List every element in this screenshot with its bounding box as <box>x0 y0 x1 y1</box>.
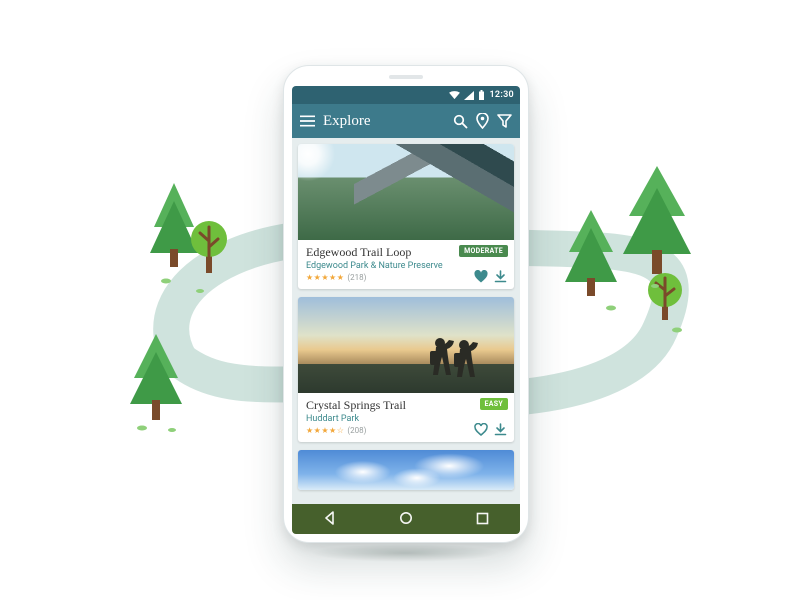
trail-image <box>298 297 514 393</box>
trail-title: Crystal Springs Trail <box>306 398 506 413</box>
trail-card[interactable]: Edgewood Trail Loop Edgewood Park & Natu… <box>298 144 514 289</box>
status-bar: 12:30 <box>292 86 520 104</box>
page-title: Explore <box>323 113 453 130</box>
trail-image <box>298 450 514 490</box>
download-icon[interactable] <box>493 269 508 284</box>
menu-icon[interactable] <box>300 114 315 129</box>
app-bar: Explore <box>292 104 520 138</box>
status-time: 12:30 <box>489 90 514 100</box>
filter-icon[interactable] <box>497 114 512 129</box>
trail-image <box>298 144 514 240</box>
trail-list[interactable]: Edgewood Trail Loop Edgewood Park & Natu… <box>292 138 520 504</box>
difficulty-badge: EASY <box>480 398 509 410</box>
recents-icon[interactable] <box>476 510 489 529</box>
home-icon[interactable] <box>399 510 413 529</box>
stars-icon: ★★★★☆ <box>306 426 344 435</box>
android-nav-bar <box>292 504 520 534</box>
phone-speaker <box>389 75 423 79</box>
phone-shadow <box>310 544 500 562</box>
search-icon[interactable] <box>453 114 468 129</box>
location-icon[interactable] <box>475 114 490 129</box>
review-count: (218) <box>347 273 366 282</box>
favorite-icon[interactable] <box>473 422 488 437</box>
trail-card[interactable] <box>298 450 514 490</box>
trail-card[interactable]: Crystal Springs Trail Huddart Park ★★★★☆… <box>298 297 514 442</box>
hikers-silhouette <box>418 329 488 393</box>
back-icon[interactable] <box>323 510 337 529</box>
phone-frame: 12:30 Explore <box>283 65 529 543</box>
favorite-icon[interactable] <box>473 269 488 284</box>
difficulty-badge: MODERATE <box>459 245 508 257</box>
signal-icon <box>464 91 474 100</box>
phone-screen: 12:30 Explore <box>292 86 520 534</box>
wifi-icon <box>449 91 460 100</box>
battery-icon <box>478 90 485 100</box>
stars-icon: ★★★★★ <box>306 273 344 282</box>
download-icon[interactable] <box>493 422 508 437</box>
review-count: (208) <box>347 426 366 435</box>
